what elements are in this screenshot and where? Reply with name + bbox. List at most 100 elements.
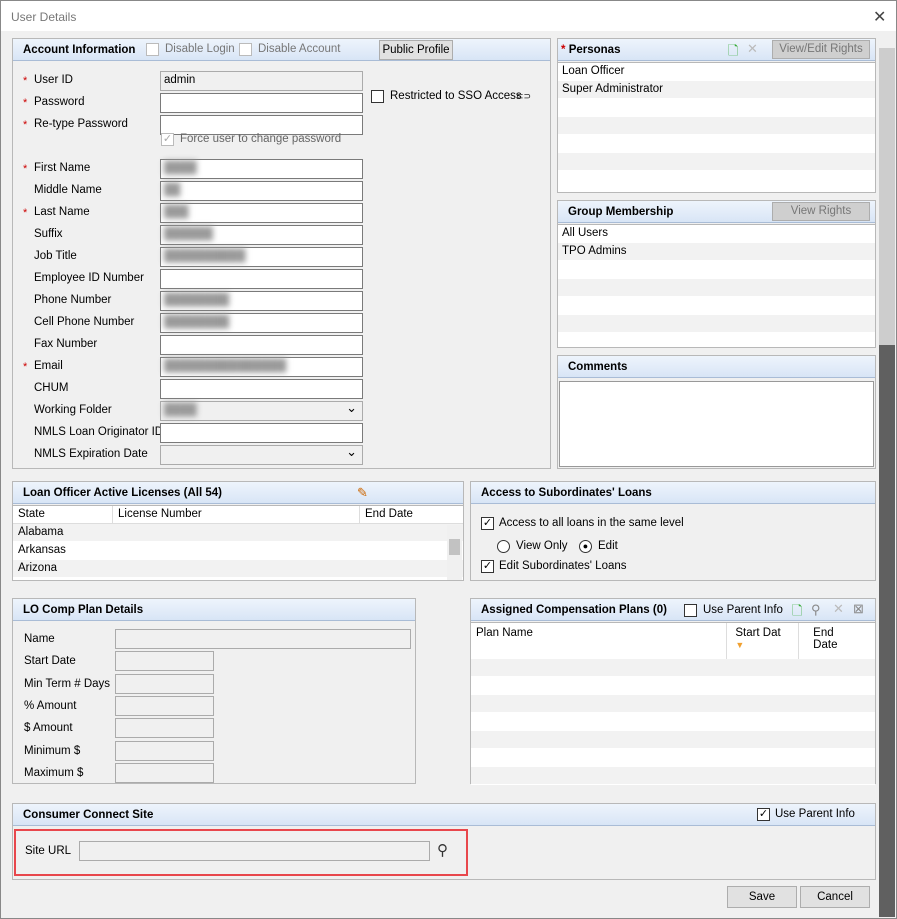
license-row[interactable]: Arizona bbox=[13, 560, 463, 578]
view-only-label: View Only bbox=[516, 540, 568, 552]
comp-field-input[interactable] bbox=[115, 718, 214, 739]
sso-label: Restricted to SSO Access bbox=[390, 90, 522, 102]
required-mark: * bbox=[561, 44, 566, 56]
field-input[interactable] bbox=[160, 115, 363, 135]
scrollbar-thumb[interactable] bbox=[879, 31, 895, 345]
comp-plan-title: LO Comp Plan Details bbox=[23, 604, 144, 616]
list-item[interactable] bbox=[558, 297, 875, 315]
field-value: ██████████ bbox=[164, 250, 246, 262]
col-state[interactable]: State bbox=[13, 506, 113, 523]
close-icon[interactable]: ✕ bbox=[873, 7, 886, 27]
add-persona-icon[interactable]: 🗋 bbox=[728, 42, 738, 64]
list-item[interactable] bbox=[558, 315, 875, 333]
comp-field-input[interactable] bbox=[115, 629, 411, 649]
comp-field-input[interactable] bbox=[115, 695, 214, 716]
list-item[interactable] bbox=[558, 261, 875, 279]
col-start-date[interactable]: Start Dat ▼ bbox=[727, 623, 800, 659]
list-item[interactable] bbox=[558, 117, 875, 135]
license-row[interactable]: Alabama bbox=[13, 524, 463, 542]
comp-field-label: Minimum $ bbox=[24, 744, 81, 757]
table-row[interactable] bbox=[471, 713, 875, 731]
field-input[interactable] bbox=[160, 335, 363, 355]
assigned-use-parent-checkbox[interactable] bbox=[684, 604, 697, 617]
col-end-date[interactable]: End Date bbox=[360, 506, 418, 523]
list-item[interactable]: Super Administrator bbox=[558, 81, 875, 99]
col-license-number[interactable]: License Number bbox=[113, 506, 360, 523]
subordinates-title: Access to Subordinates' Loans bbox=[481, 487, 652, 499]
window-scrollbar[interactable] bbox=[879, 31, 895, 917]
force-change-checkbox[interactable]: ✓ bbox=[161, 133, 174, 146]
licenses-title: Loan Officer Active Licenses (All 54) bbox=[23, 487, 222, 499]
field-label: User ID bbox=[34, 74, 73, 86]
list-item[interactable] bbox=[558, 153, 875, 171]
edit-subordinates-checkbox[interactable]: ✓ bbox=[481, 560, 494, 573]
table-row[interactable] bbox=[471, 749, 875, 767]
field-input[interactable]: ████████ bbox=[160, 313, 363, 333]
disable-account-label: Disable Account bbox=[258, 43, 341, 55]
field-input[interactable]: ███ bbox=[160, 203, 363, 223]
edit-licenses-icon[interactable]: ✎ bbox=[357, 485, 368, 501]
delete-persona-icon[interactable]: ✕ bbox=[747, 41, 758, 57]
field-input[interactable]: ██ bbox=[160, 181, 363, 201]
field-value: ███████████████ bbox=[164, 360, 287, 372]
field-input[interactable]: ██████ bbox=[160, 225, 363, 245]
list-item[interactable]: TPO Admins bbox=[558, 243, 875, 261]
personas-list: Loan Officer Super Administrator bbox=[558, 62, 875, 192]
chevron-down-icon[interactable]: ⌄ bbox=[346, 400, 357, 416]
comp-field-input[interactable] bbox=[115, 673, 214, 694]
list-item[interactable] bbox=[558, 279, 875, 297]
field-input[interactable]: ████ ⌄ bbox=[160, 400, 363, 421]
col-end-date[interactable]: End Date bbox=[799, 623, 875, 659]
field-label: Suffix bbox=[34, 228, 63, 240]
search-plan-icon[interactable]: ⚲ bbox=[811, 602, 821, 618]
all-loans-checkbox[interactable]: ✓ bbox=[481, 517, 494, 530]
cancel-button[interactable]: Cancel bbox=[800, 886, 870, 908]
list-item[interactable] bbox=[558, 99, 875, 117]
field-input[interactable]: ████ bbox=[160, 159, 363, 179]
view-edit-rights-button[interactable]: View/Edit Rights bbox=[772, 40, 870, 59]
table-row[interactable] bbox=[471, 695, 875, 713]
licenses-scrollbar[interactable] bbox=[447, 525, 462, 580]
view-rights-button[interactable]: View Rights bbox=[772, 202, 870, 221]
edit-radio[interactable]: ● bbox=[579, 540, 592, 553]
field-input[interactable]: admin bbox=[160, 71, 363, 91]
comments-textarea[interactable] bbox=[559, 381, 874, 467]
required-mark: * bbox=[23, 75, 28, 87]
field-input[interactable] bbox=[160, 93, 363, 113]
add-plan-icon[interactable]: 🗋 bbox=[792, 602, 802, 624]
list-item[interactable] bbox=[558, 135, 875, 153]
consumer-use-parent-checkbox[interactable]: ✓ bbox=[757, 808, 770, 821]
delete-plan-icon[interactable]: ✕ bbox=[833, 601, 844, 617]
col-plan-name[interactable]: Plan Name bbox=[471, 623, 728, 659]
list-item[interactable] bbox=[558, 171, 875, 189]
disable-account-checkbox[interactable] bbox=[239, 43, 252, 56]
sso-checkbox[interactable] bbox=[371, 90, 384, 103]
consumer-title: Consumer Connect Site bbox=[23, 809, 154, 821]
table-row[interactable] bbox=[471, 731, 875, 749]
list-item[interactable]: Loan Officer bbox=[558, 63, 875, 81]
comp-field-input[interactable] bbox=[115, 740, 214, 761]
table-row[interactable] bbox=[471, 767, 875, 785]
table-row[interactable] bbox=[471, 659, 875, 677]
field-input[interactable]: ⌄ bbox=[160, 444, 363, 465]
field-input[interactable]: ██████████ bbox=[160, 247, 363, 267]
field-input[interactable]: ███████████████ bbox=[160, 357, 363, 377]
search-icon[interactable]: ⚲ bbox=[437, 841, 448, 859]
chevron-down-icon[interactable]: ⌄ bbox=[346, 444, 357, 460]
disable-login-checkbox[interactable] bbox=[146, 43, 159, 56]
comp-field-label: Start Date bbox=[24, 655, 76, 668]
field-input[interactable] bbox=[160, 379, 363, 399]
public-profile-button[interactable]: Public Profile bbox=[379, 40, 453, 60]
site-url-input[interactable] bbox=[79, 841, 430, 861]
save-button[interactable]: Save bbox=[727, 886, 797, 908]
comp-field-input[interactable] bbox=[115, 651, 214, 672]
license-row[interactable]: Arkansas bbox=[13, 542, 463, 560]
list-item[interactable]: All Users bbox=[558, 225, 875, 243]
comp-field-input[interactable] bbox=[115, 762, 214, 783]
field-input[interactable]: ████████ bbox=[160, 291, 363, 311]
view-only-radio[interactable] bbox=[497, 540, 510, 553]
table-row[interactable] bbox=[471, 677, 875, 695]
field-input[interactable] bbox=[160, 423, 363, 443]
export-icon[interactable]: ⊠ bbox=[853, 601, 864, 617]
field-input[interactable] bbox=[160, 269, 363, 289]
